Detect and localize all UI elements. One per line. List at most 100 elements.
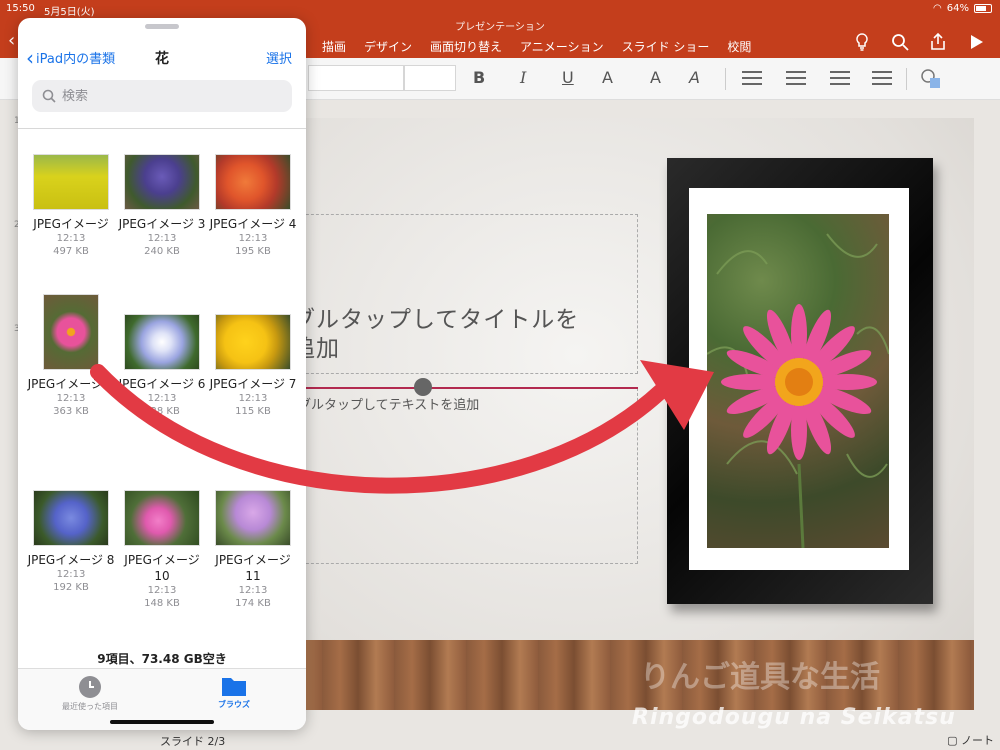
storage-summary: 9項目、73.48 GB空き [97, 652, 227, 666]
italic-button[interactable]: I [520, 68, 526, 87]
file-item[interactable]: JPEGイメージ 3 12:13 240 KB [117, 154, 207, 258]
file-time: 12:13 [147, 233, 177, 244]
bold-button[interactable]: B [473, 68, 485, 87]
grabber-handle[interactable] [145, 24, 179, 29]
tab-browse[interactable]: ブラウズ [184, 675, 284, 710]
file-size: 174 KB [235, 598, 271, 609]
back-chevron-icon[interactable]: ‹ [8, 30, 15, 51]
file-size: 240 KB [144, 246, 180, 257]
file-name: JPEGイメージ 8 [27, 553, 115, 567]
align-left-icon[interactable] [872, 71, 892, 87]
file-thumbnail [33, 490, 109, 546]
file-time: 12:13 [56, 569, 86, 580]
back-button[interactable]: ‹ iPad内の書類 [26, 48, 115, 68]
file-item[interactable]: JPEGイメージ 11 12:13 174 KB [208, 490, 298, 610]
lightbulb-icon[interactable] [852, 32, 872, 52]
toolbar-separator [906, 68, 907, 90]
file-thumbnail [215, 154, 291, 210]
file-thumbnail [124, 490, 200, 546]
toolbar-separator [725, 68, 726, 90]
font-color-button[interactable]: A [650, 68, 661, 87]
share-icon[interactable] [928, 32, 948, 52]
body-placeholder[interactable] [286, 388, 638, 564]
body-placeholder-text: ブルタップしてテキストを追加 [298, 398, 480, 413]
tab-draw[interactable]: 描画 [322, 38, 346, 55]
tab-animations[interactable]: アニメーション [520, 38, 604, 55]
text-effect-button[interactable]: A [602, 68, 613, 87]
select-button[interactable]: 選択 [266, 48, 292, 67]
file-item[interactable]: JPEGイメージ 4 12:13 195 KB [208, 154, 298, 258]
slide-canvas[interactable]: ブルタップしてタイトルを 追加 ブルタップしてテキストを追加 [250, 118, 974, 710]
search-icon [42, 89, 56, 103]
file-time: 12:13 [56, 233, 86, 244]
indent-icon[interactable] [830, 71, 850, 87]
play-icon[interactable] [966, 32, 986, 52]
picture-frame[interactable] [667, 158, 933, 604]
title-placeholder-text: ブルタップしてタイトルを 追加 [292, 307, 580, 362]
battery-icon [974, 4, 992, 13]
file-name: JPEGイメージ [33, 217, 109, 231]
file-item[interactable]: JPEGイメージ 12:13 497 KB [26, 154, 116, 258]
divider [18, 128, 306, 129]
file-size: 128 KB [144, 406, 180, 417]
underline-button[interactable]: U [562, 68, 574, 87]
file-size: 497 KB [53, 246, 89, 257]
tab-review[interactable]: 校閲 [727, 38, 751, 55]
search-bar[interactable] [32, 80, 292, 112]
file-size: 195 KB [235, 246, 271, 257]
file-thumbnail [215, 314, 291, 370]
ribbon-icons [852, 32, 986, 52]
file-name: JPEGイメージ 3 [118, 217, 206, 231]
clock-icon [79, 676, 101, 698]
file-thumbnail [43, 294, 99, 370]
file-time: 12:13 [147, 585, 177, 596]
body-selection-line [286, 387, 638, 389]
tab-transitions[interactable]: 画面切り替え [430, 38, 502, 55]
search-icon[interactable] [890, 32, 910, 52]
tab-recents[interactable]: 最近使った項目 [40, 675, 140, 712]
file-name: JPEGイメージ 11 [215, 553, 291, 583]
files-popover: ‹ iPad内の書類 花 選択 JPEGイメージ 12:13 497 KB JP… [18, 18, 306, 730]
file-time: 12:13 [238, 233, 268, 244]
shapes-icon[interactable] [920, 68, 942, 90]
numbered-list-icon[interactable] [786, 71, 806, 87]
file-item[interactable]: JPEGイメージ 5 12:13 363 KB [26, 294, 116, 418]
frame-mat [689, 188, 909, 570]
file-time: 12:13 [147, 393, 177, 404]
file-item[interactable]: JPEGイメージ 7 12:13 115 KB [208, 314, 298, 418]
pink-daisy-image [707, 233, 889, 548]
file-item[interactable]: JPEGイメージ 10 12:13 148 KB [117, 490, 207, 610]
wifi-icon: ◠ [933, 3, 942, 14]
file-time: 12:13 [238, 393, 268, 404]
font-size-box[interactable] [404, 65, 456, 91]
folder-icon [222, 678, 246, 696]
notes-button[interactable]: ▢ ノート [947, 732, 994, 748]
search-input[interactable] [62, 88, 282, 104]
tab-design[interactable]: デザイン [364, 38, 412, 55]
watermark-logo: りんご道具な生活 [640, 660, 880, 695]
inserted-flower-photo[interactable] [707, 214, 889, 548]
slide-counter: スライド 2/3 [160, 735, 226, 748]
file-name: JPEGイメージ 5 [27, 377, 115, 391]
status-time: 15:50 [6, 3, 35, 14]
font-name-box[interactable] [308, 65, 404, 91]
file-name: JPEGイメージ 4 [209, 217, 297, 231]
file-thumbnail [33, 154, 109, 210]
file-thumbnail [124, 314, 200, 370]
bullet-list-icon[interactable] [742, 71, 762, 87]
file-thumbnail [215, 490, 291, 546]
file-name: JPEGイメージ 7 [209, 377, 297, 391]
file-size: 148 KB [144, 598, 180, 609]
home-indicator [110, 720, 214, 724]
file-time: 12:13 [238, 585, 268, 596]
file-item[interactable]: JPEGイメージ 8 12:13 192 KB [26, 490, 116, 594]
file-name: JPEGイメージ 6 [118, 377, 206, 391]
file-item[interactable]: JPEGイメージ 6 12:13 128 KB [117, 314, 207, 418]
file-time: 12:13 [56, 393, 86, 404]
watermark-text: Ringodougu na Seikatsu [632, 705, 956, 730]
ribbon-tabs: 描画 デザイン 画面切り替え アニメーション スライド ショー 校閲 [322, 38, 751, 55]
file-name: JPEGイメージ 10 [124, 553, 200, 583]
highlight-button[interactable]: A [689, 68, 700, 87]
tab-slideshow[interactable]: スライド ショー [622, 38, 710, 55]
file-size: 115 KB [235, 406, 271, 417]
